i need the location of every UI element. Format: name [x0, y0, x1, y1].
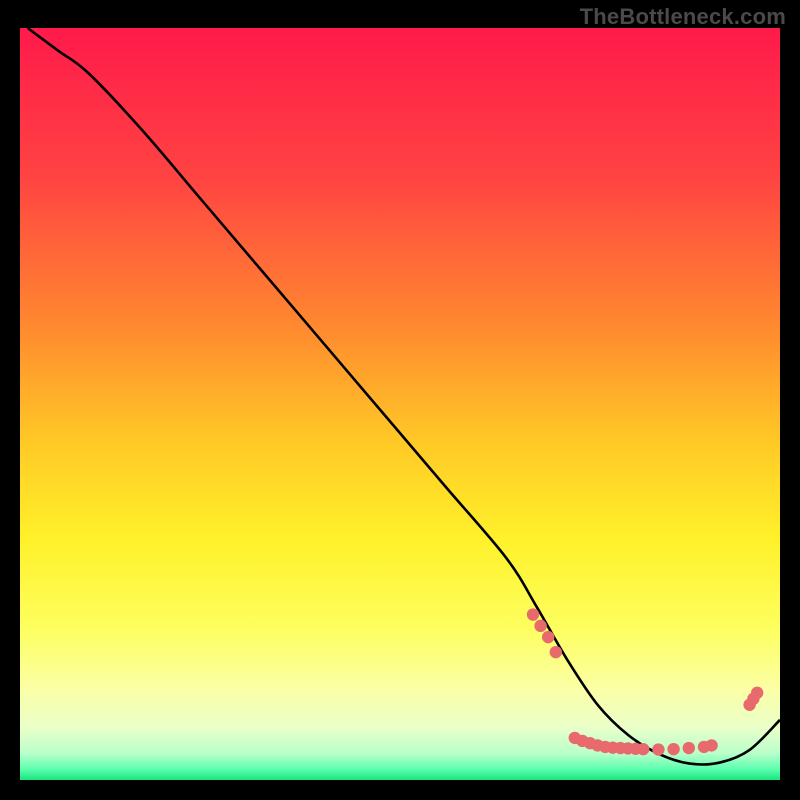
plot-area [20, 28, 780, 780]
data-marker [705, 739, 717, 751]
data-marker [683, 742, 695, 754]
data-marker [527, 608, 539, 620]
watermark-text: TheBottleneck.com [580, 4, 786, 30]
chart-stage: TheBottleneck.com [0, 0, 800, 800]
data-marker [534, 620, 546, 632]
data-marker [550, 646, 562, 658]
data-marker [637, 743, 649, 755]
data-marker [751, 687, 763, 699]
data-marker [652, 743, 664, 755]
chart-svg [20, 28, 780, 780]
curve-path [28, 28, 780, 765]
data-marker [667, 743, 679, 755]
data-marker [542, 631, 554, 643]
markers-group [527, 608, 764, 755]
